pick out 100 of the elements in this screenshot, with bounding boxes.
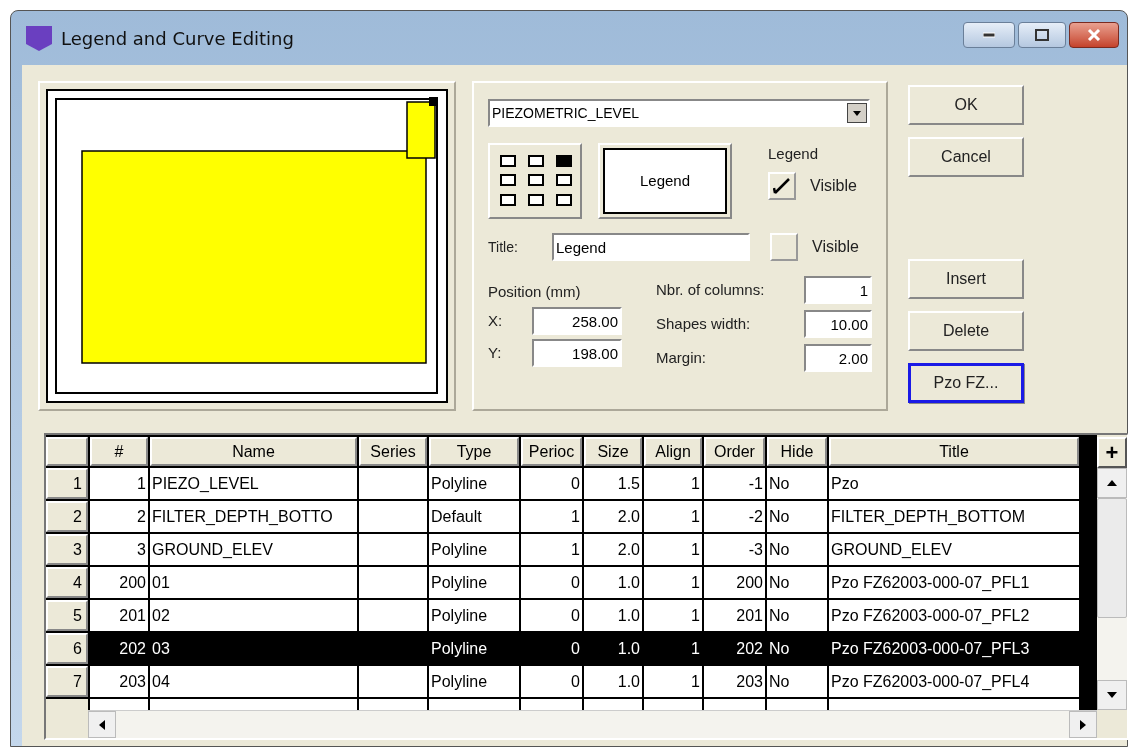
title-field[interactable]: Legend [552, 233, 750, 261]
table-cell: 2.0 [584, 534, 642, 565]
column-header[interactable]: Series [359, 437, 427, 466]
maximize-icon [1035, 29, 1049, 41]
empty-cell [359, 534, 427, 565]
anchor-position[interactable] [500, 174, 516, 187]
table-cell: 201 [704, 600, 765, 631]
row-number[interactable]: 6 [46, 633, 88, 664]
anchor-position[interactable] [500, 193, 516, 206]
legend-group-label: Legend [768, 144, 820, 164]
table-cell: 0 [521, 468, 582, 499]
table-cell: PIEZO_LEVEL [150, 468, 357, 499]
empty-cell [359, 600, 427, 631]
table-cell: 0 [521, 567, 582, 598]
table-cell: 1.5 [584, 468, 642, 499]
table-cell: 1 [644, 567, 702, 598]
column-header[interactable]: Hide [767, 437, 827, 466]
legend-preview-button[interactable]: Legend [598, 143, 732, 219]
close-button[interactable] [1069, 22, 1119, 48]
close-icon [1087, 29, 1101, 41]
row-number[interactable]: 7 [46, 666, 88, 697]
checkbox-label: Visible [812, 237, 859, 257]
table-cell: Pzo FZ62003-000-07_PFL2 [829, 600, 1079, 631]
table-cell: Polyline [429, 666, 519, 697]
check-mark-icon [773, 176, 791, 195]
table-cell: Polyline [429, 468, 519, 499]
table-cell: Pzo FZ62003-000-07_PFL1 [829, 567, 1079, 598]
table-cell: 1 [644, 600, 702, 631]
column-header[interactable]: Align [644, 437, 702, 466]
empty-cell [359, 567, 427, 598]
scroll-right-button[interactable] [1069, 711, 1097, 738]
dialog-button[interactable]: Pzo FZ... [908, 363, 1024, 403]
anchor-position[interactable] [556, 174, 572, 187]
dialog-button[interactable]: Delete [908, 311, 1024, 351]
table-cell: 02 [150, 600, 357, 631]
y-field[interactable]: 198.00 [532, 339, 622, 367]
add-column-button[interactable]: + [1097, 437, 1127, 468]
anchor-position[interactable] [528, 193, 544, 206]
setting-field[interactable]: 2.00 [804, 344, 872, 372]
vertical-scrollbar[interactable] [1097, 468, 1127, 710]
setting-label: Shapes width: [656, 313, 752, 334]
title-label: Title: [488, 237, 519, 257]
table-cell: 1 [644, 468, 702, 499]
empty-cell [359, 666, 427, 697]
table-cell: 1.0 [584, 666, 642, 697]
table-cell: 1 [90, 468, 148, 499]
table-cell: No [767, 567, 827, 598]
table-cell: FILTER_DEPTH_BOTTO [150, 501, 357, 532]
table-cell: 1 [521, 501, 582, 532]
horizontal-scrollbar[interactable] [88, 710, 1097, 738]
row-number[interactable]: 5 [46, 600, 88, 631]
empty-cell [359, 501, 427, 532]
setting-field[interactable]: 1 [804, 276, 872, 304]
scroll-down-button[interactable] [1097, 680, 1127, 710]
row-number[interactable]: 2 [46, 501, 88, 532]
table-cell: 2 [90, 501, 148, 532]
dialog-button[interactable]: OK [908, 85, 1024, 125]
anchor-position[interactable] [500, 155, 516, 167]
column-header[interactable]: Size [584, 437, 642, 466]
checkbox[interactable] [770, 233, 798, 261]
table-cell: No [767, 600, 827, 631]
table-cell: Polyline [429, 600, 519, 631]
scrollbar-thumb[interactable] [1097, 498, 1127, 618]
scroll-up-button[interactable] [1097, 468, 1127, 498]
row-number[interactable]: 3 [46, 534, 88, 565]
anchor-position[interactable] [528, 174, 544, 187]
column-header[interactable]: Type [429, 437, 519, 466]
x-field[interactable]: 258.00 [532, 307, 622, 335]
maximize-button[interactable] [1018, 22, 1066, 48]
column-header[interactable]: # [90, 437, 148, 466]
layer-dropdown[interactable]: PIEZOMETRIC_LEVEL [488, 99, 870, 127]
table-cell: No [767, 666, 827, 697]
checkbox[interactable] [768, 171, 796, 200]
setting-label: Nbr. of columns: [656, 279, 766, 300]
anchor-position[interactable] [556, 193, 572, 206]
setting-field[interactable]: 10.00 [804, 310, 872, 338]
app-shield-icon [25, 24, 53, 52]
table-cell: 1 [644, 534, 702, 565]
table-cell: 1.0 [584, 567, 642, 598]
dialog-button[interactable]: Insert [908, 259, 1024, 299]
left-arrow-icon [99, 719, 105, 730]
dialog-button[interactable]: Cancel [908, 137, 1024, 177]
column-header[interactable]: Perioc [521, 437, 582, 466]
empty-cell [359, 468, 427, 499]
minimize-icon [983, 32, 995, 38]
column-header[interactable]: Title [829, 437, 1079, 466]
table-cell: 200 [704, 567, 765, 598]
column-header[interactable]: Name [150, 437, 357, 466]
table-cell: GROUND_ELEV [150, 534, 357, 565]
scroll-left-button[interactable] [88, 711, 116, 738]
table-cell: 01 [150, 567, 357, 598]
window-title: Legend and Curve Editing [61, 26, 294, 51]
row-number[interactable]: 1 [46, 468, 88, 499]
anchor-position[interactable] [528, 155, 544, 167]
table-cell: No [767, 501, 827, 532]
table-cell: 1 [644, 501, 702, 532]
table-cell: 1 [644, 666, 702, 697]
row-number[interactable]: 4 [46, 567, 88, 598]
setting-label: Margin: [656, 347, 708, 368]
column-header[interactable]: Order [704, 437, 765, 466]
